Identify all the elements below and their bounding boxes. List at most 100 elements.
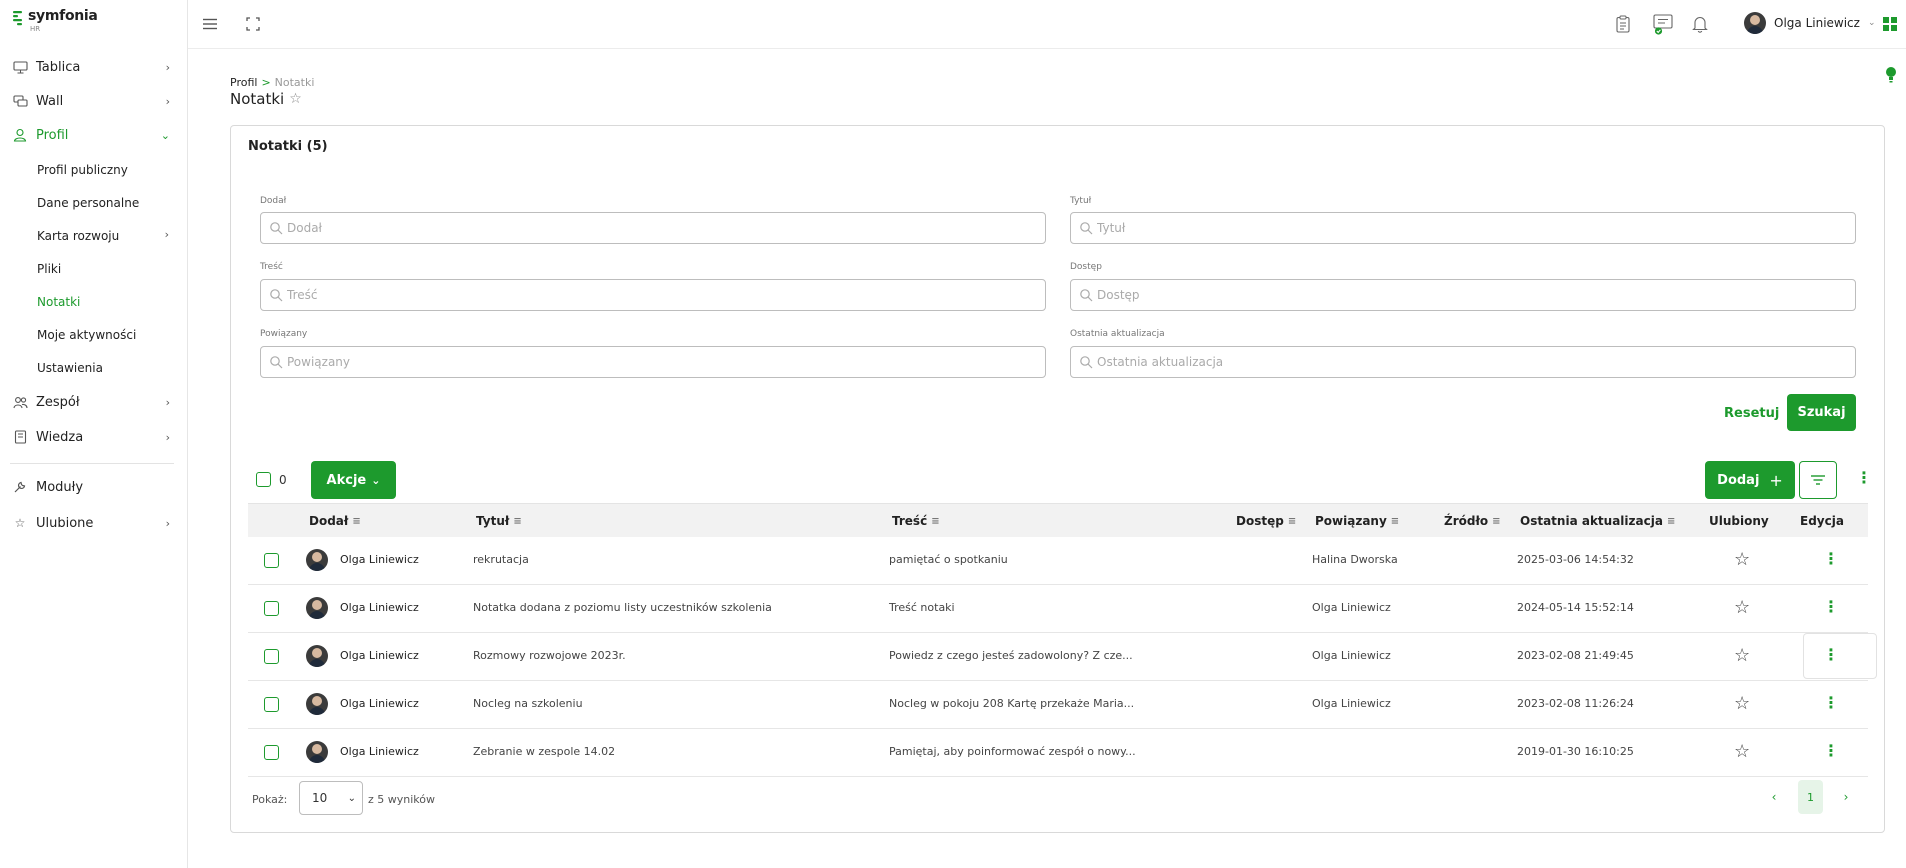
column-header-ostatnia-aktualizacja[interactable]: Ostatnia aktualizacja ≡ (1520, 514, 1675, 528)
filter-powiazany-input[interactable] (287, 355, 993, 369)
table-row[interactable]: Olga Liniewicz Notatka dodana z poziomu … (248, 585, 1868, 633)
row-actions-highlight (1803, 633, 1877, 679)
filter-tytul-field[interactable] (1070, 212, 1856, 244)
clipboard-icon[interactable] (1613, 14, 1633, 34)
row-actions-icon[interactable]: ⋮ (1823, 597, 1839, 616)
sidebar-sub-karta-rozwoju[interactable]: Karta rozwoju (37, 229, 119, 243)
sidebar-sub-ustawienia[interactable]: Ustawienia (37, 361, 103, 375)
cell-author[interactable]: Olga Liniewicz (340, 553, 419, 566)
cell-author[interactable]: Olga Liniewicz (340, 745, 419, 758)
chevron-right-icon: › (165, 430, 170, 444)
user-menu[interactable]: Olga Liniewicz ⌄ (1744, 12, 1876, 34)
filter-tresc-field[interactable] (260, 279, 1046, 311)
next-page-icon[interactable]: › (1838, 780, 1854, 814)
fullscreen-icon[interactable] (243, 14, 263, 34)
row-checkbox[interactable] (264, 601, 279, 616)
sidebar-item-wall[interactable]: Wall › (0, 86, 188, 116)
cell-author[interactable]: Olga Liniewicz (340, 697, 419, 710)
page-button-current[interactable]: 1 (1798, 780, 1823, 814)
filter-tresc-input[interactable] (287, 288, 993, 302)
avatar (306, 741, 328, 763)
sidebar-item-wiedza[interactable]: Wiedza › (0, 422, 188, 452)
filter-dodal-field[interactable] (260, 212, 1046, 244)
sidebar-sub-pliki[interactable]: Pliki (37, 262, 61, 276)
sidebar-item-label: Ulubione (36, 515, 94, 531)
brand-sub: HR (30, 25, 41, 33)
favorite-star-icon[interactable]: ☆ (1734, 645, 1750, 666)
apps-grid-icon[interactable] (1880, 14, 1900, 34)
favorite-star-icon[interactable]: ☆ (1734, 693, 1750, 714)
table-row[interactable]: Olga Liniewicz Nocleg na szkoleniu Nocle… (248, 681, 1868, 729)
column-header-tytul[interactable]: Tytuł ≡ (476, 514, 522, 528)
filter-dostep-field[interactable] (1070, 279, 1856, 311)
row-checkbox[interactable] (264, 649, 279, 664)
row-checkbox[interactable] (264, 553, 279, 568)
bulk-actions-button[interactable]: Akcje ⌄ (311, 461, 396, 499)
cell-updated: 2023-02-08 11:26:24 (1517, 697, 1634, 710)
sidebar-item-moduly[interactable]: Moduły (0, 472, 188, 502)
sidebar-sub-notatki[interactable]: Notatki (37, 295, 80, 309)
add-note-button[interactable]: Dodaj + (1705, 461, 1795, 499)
filter-tytul-input[interactable] (1097, 221, 1803, 235)
more-options-icon[interactable]: ⋮ (1856, 468, 1872, 487)
favorite-star-icon[interactable]: ☆ (1734, 549, 1750, 570)
cell-author[interactable]: Olga Liniewicz (340, 601, 419, 614)
filter-dostep-input[interactable] (1097, 288, 1803, 302)
filter-ostatnia-aktualizacja-field[interactable] (1070, 346, 1856, 378)
filter-ostatnia-aktualizacja-input[interactable] (1097, 355, 1803, 369)
column-header-zrodlo[interactable]: Źródło ≡ (1444, 514, 1501, 528)
messages-icon[interactable] (1651, 14, 1675, 35)
sort-icon: ≡ (1492, 515, 1501, 527)
hamburger-menu-icon[interactable] (200, 14, 220, 34)
column-header-powiazany[interactable]: Powiązany ≡ (1315, 514, 1399, 528)
column-header-tresc[interactable]: Treść ≡ (892, 514, 940, 528)
select-all-checkbox[interactable] (256, 472, 271, 487)
favorite-star-icon[interactable]: ☆ (1734, 597, 1750, 618)
table-row[interactable]: Olga Liniewicz rekrutacja pamiętać o spo… (248, 537, 1868, 585)
row-actions-icon[interactable]: ⋮ (1823, 549, 1839, 568)
filter-toggle-button[interactable] (1799, 461, 1837, 499)
favorite-star-icon[interactable]: ☆ (289, 91, 302, 107)
sidebar-item-ulubione[interactable]: ☆ Ulubione › (0, 508, 188, 538)
sidebar-divider (10, 463, 174, 464)
row-actions-icon[interactable]: ⋮ (1823, 645, 1839, 664)
search-button[interactable]: Szukaj (1787, 394, 1856, 431)
sidebar-item-profil[interactable]: Profil ⌄ (0, 120, 188, 150)
cell-title: Notatka dodana z poziomu listy uczestnik… (473, 601, 772, 614)
column-header-dodal[interactable]: Dodał ≡ (309, 514, 361, 528)
search-icon (270, 289, 283, 302)
cell-author[interactable]: Olga Liniewicz (340, 649, 419, 662)
sidebar-sub-moje-aktywnosci[interactable]: Moje aktywności (37, 328, 136, 342)
filter-powiazany-field[interactable] (260, 346, 1046, 378)
page-size-select[interactable]: 10 ⌄ (299, 781, 363, 815)
reset-button[interactable]: Resetuj (1724, 406, 1779, 421)
sort-icon: ≡ (931, 515, 940, 527)
row-checkbox[interactable] (264, 745, 279, 760)
filter-dodal-input[interactable] (287, 221, 993, 235)
sidebar-sub-profil-publiczny[interactable]: Profil publiczny (37, 163, 128, 177)
add-note-label: Dodaj (1717, 472, 1760, 488)
row-actions-icon[interactable]: ⋮ (1823, 741, 1839, 760)
breadcrumb-profil[interactable]: Profil (230, 76, 257, 89)
column-header-dostep[interactable]: Dostęp ≡ (1236, 514, 1296, 528)
table-row[interactable]: Olga Liniewicz Zebranie w zespole 14.02 … (248, 729, 1868, 777)
lightbulb-icon[interactable] (1885, 66, 1897, 84)
star-icon: ☆ (14, 516, 26, 530)
filter-label-ostatnia-aktualizacja: Ostatnia aktualizacja (1070, 329, 1165, 339)
sidebar-sub-dane-personalne[interactable]: Dane personalne (37, 196, 139, 210)
cell-title: Nocleg na szkoleniu (473, 697, 583, 710)
sidebar-item-zespol[interactable]: Zespół › (0, 387, 188, 417)
cell-content: pamiętać o spotkaniu (889, 553, 1008, 566)
filter-label-dodal: Dodał (260, 196, 287, 206)
logo[interactable]: symfonia HR (12, 7, 112, 39)
row-checkbox[interactable] (264, 697, 279, 712)
prev-page-icon[interactable]: ‹ (1766, 780, 1782, 814)
sidebar-item-tablica[interactable]: Tablica › (0, 52, 188, 82)
bell-icon[interactable] (1690, 14, 1710, 34)
row-actions-icon[interactable]: ⋮ (1823, 693, 1839, 712)
chevron-right-icon: › (165, 94, 170, 108)
favorite-star-icon[interactable]: ☆ (1734, 741, 1750, 762)
cell-related: Olga Liniewicz (1312, 697, 1391, 710)
sidebar-item-label: Tablica (36, 59, 81, 75)
table-row[interactable]: Olga Liniewicz Rozmowy rozwojowe 2023r. … (248, 633, 1877, 681)
